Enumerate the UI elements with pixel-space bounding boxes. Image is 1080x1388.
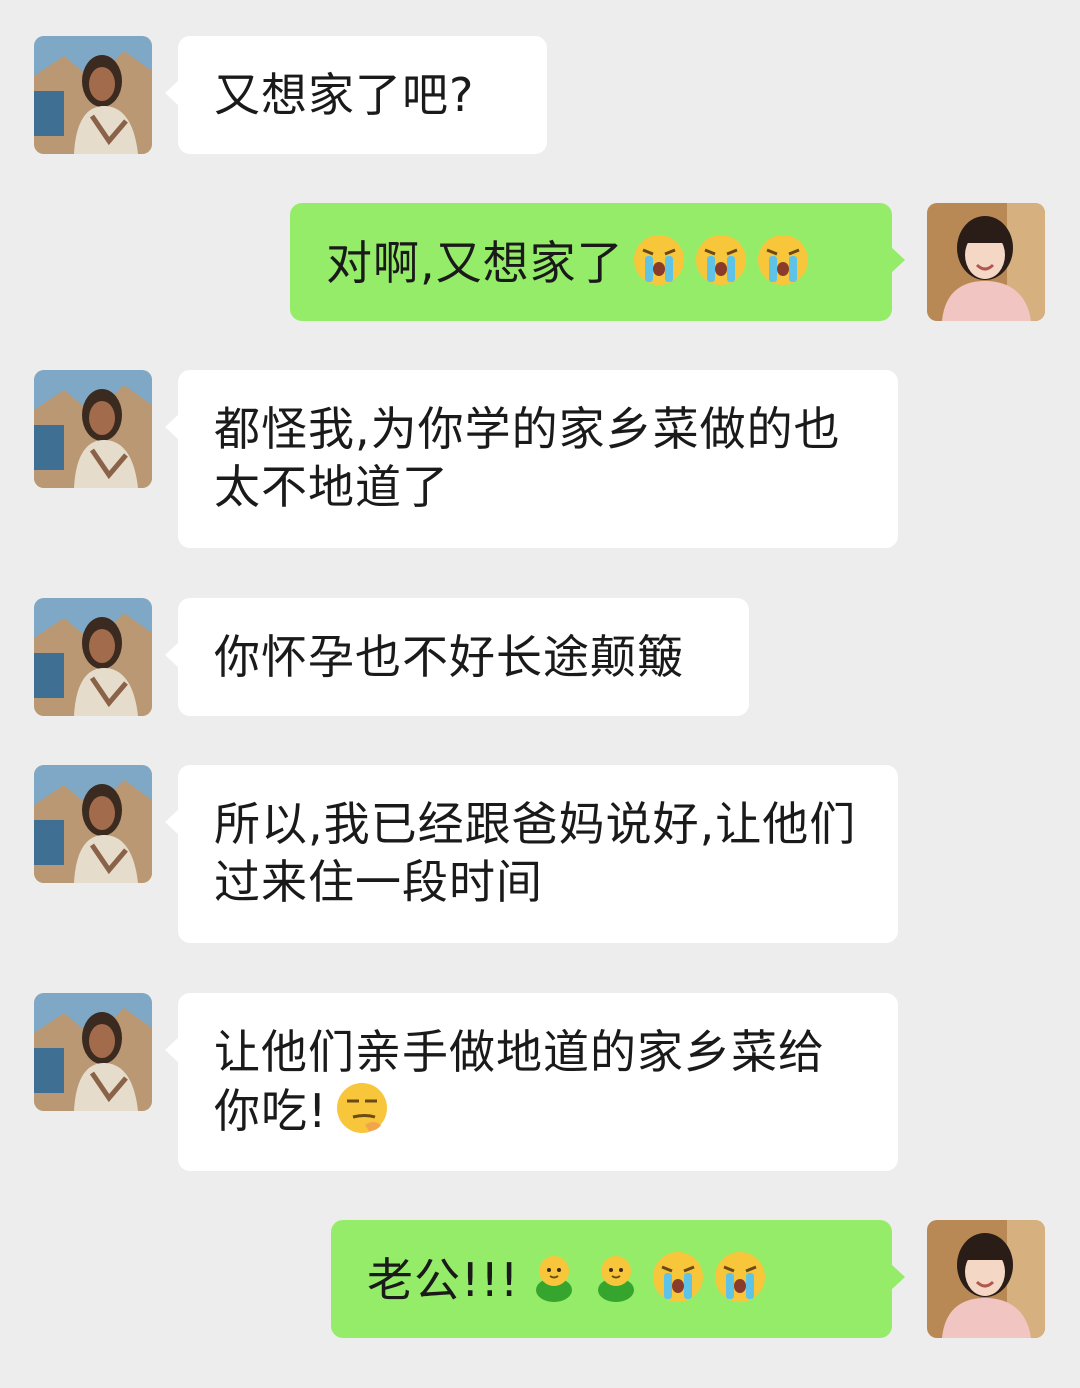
cry-emoji-icon [651, 1250, 705, 1304]
contact-avatar[interactable] [34, 765, 152, 883]
incoming-message-bubble[interactable]: 你怀孕也不好长途颠簸 [165, 598, 749, 716]
cry-emoji-icon [713, 1250, 767, 1304]
message-text: 对啊,又想家了 [326, 236, 624, 290]
contact-avatar[interactable] [34, 36, 152, 154]
contact-avatar[interactable] [34, 370, 152, 488]
contact-avatar[interactable] [34, 598, 152, 716]
message-text: 所以,我已经跟爸妈说好,让他们过来住一段时间 [214, 797, 857, 909]
message-text: 老公!!! [367, 1253, 520, 1307]
my-avatar[interactable] [927, 203, 1045, 321]
my-avatar[interactable] [927, 1220, 1045, 1338]
outgoing-message-bubble[interactable]: 对啊,又想家了 [290, 203, 905, 321]
outgoing-message-bubble[interactable]: 老公!!! [331, 1220, 905, 1338]
cry-emoji-icon [756, 233, 810, 287]
message-text: 又想家了吧? [214, 68, 475, 122]
cry-emoji-icon [694, 233, 748, 287]
incoming-message-bubble[interactable]: 又想家了吧? [165, 36, 547, 154]
incoming-message-bubble[interactable]: 让他们亲手做地道的家乡菜给你吃! [165, 993, 898, 1171]
message-text: 都怪我,为你学的家乡菜做的也太不地道了 [214, 402, 841, 514]
message-text: 让他们亲手做地道的家乡菜给你吃! [214, 1025, 825, 1138]
message-text: 你怀孕也不好长途颠簸 [214, 630, 684, 684]
incoming-message-bubble[interactable]: 所以,我已经跟爸妈说好,让他们过来住一段时间 [165, 765, 898, 943]
contact-avatar[interactable] [34, 993, 152, 1111]
cry-emoji-icon [632, 233, 686, 287]
smirk-emoji-icon [335, 1081, 389, 1135]
incoming-message-bubble[interactable]: 都怪我,为你学的家乡菜做的也太不地道了 [165, 370, 898, 548]
chick-emoji-icon [527, 1250, 581, 1304]
chick-emoji-icon [589, 1250, 643, 1304]
